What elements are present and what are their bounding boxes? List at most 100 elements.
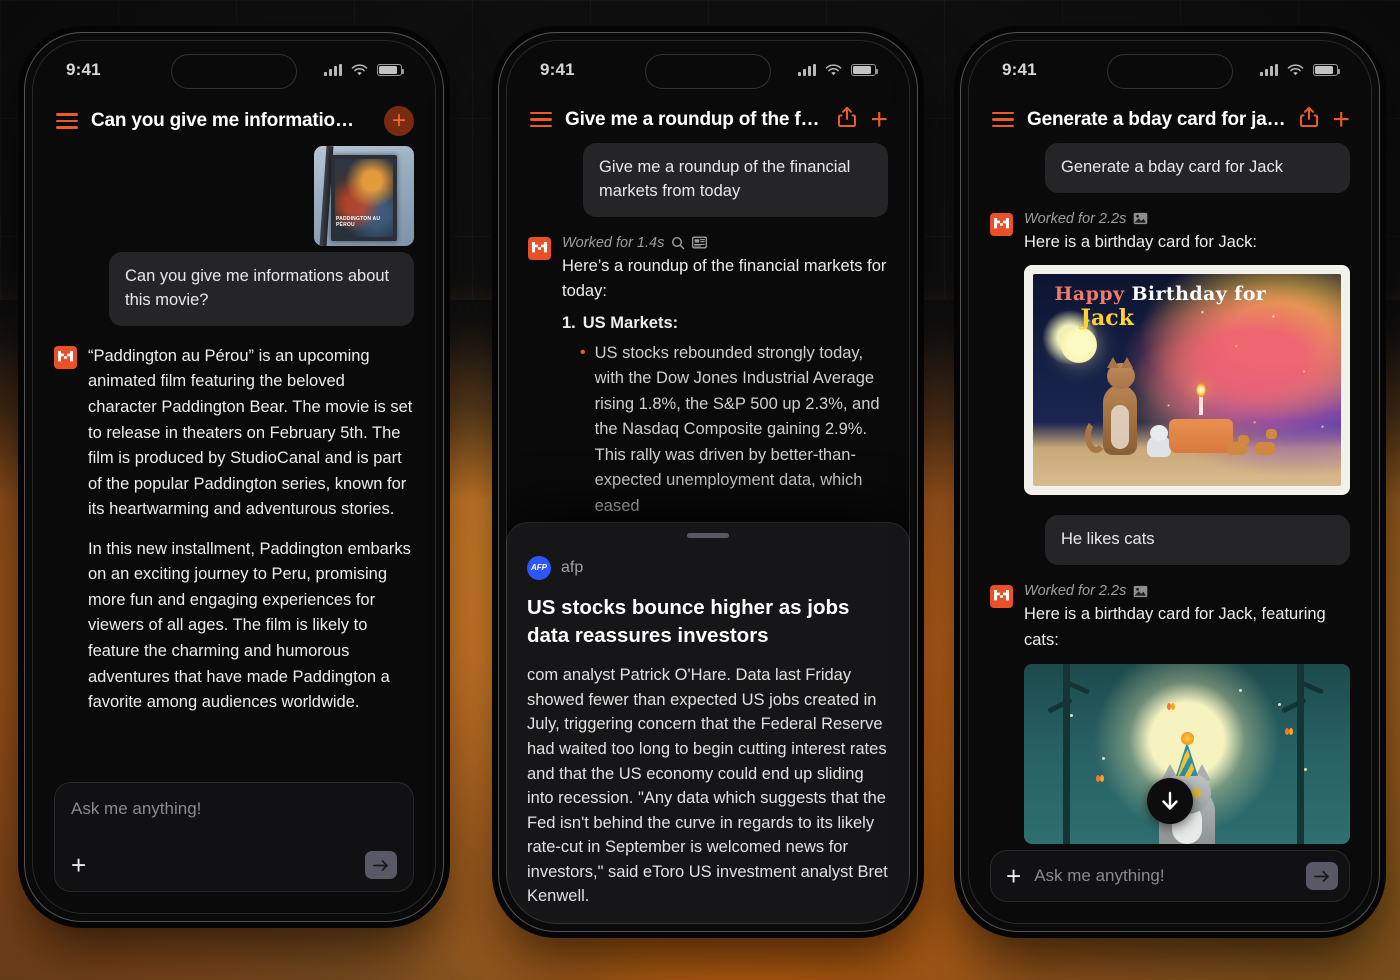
message-composer[interactable]: Ask me anything! +	[54, 782, 414, 892]
news-source-name: afp	[561, 558, 584, 576]
m-glyph	[994, 217, 1009, 229]
card-greeting: Happy Birthday for Jack	[1055, 283, 1295, 332]
poster-title: PADDINGTON AU PÉROU	[336, 215, 381, 228]
sheet-drag-handle[interactable]	[687, 532, 729, 538]
share-icon	[838, 106, 857, 127]
tool-status: Worked for 2.2s	[1024, 211, 1350, 227]
card-artwork: Happy Birthday for Jack	[1033, 274, 1341, 487]
assistant-paragraph: In this new installment, Paddington emba…	[88, 539, 411, 712]
user-message: Give me a roundup of the financial marke…	[583, 143, 888, 217]
cake-illustration	[1168, 418, 1233, 453]
status-bar: 9:41	[968, 40, 1372, 100]
list-heading-suffix: :	[672, 313, 679, 332]
share-button[interactable]	[1299, 106, 1319, 133]
menu-icon[interactable]	[992, 111, 1014, 128]
mistral-logo-icon	[528, 236, 551, 260]
attach-plus-icon[interactable]: +	[71, 852, 86, 878]
greeting-line1-part2: Birthday for	[1131, 283, 1267, 306]
dynamic-island	[1107, 54, 1233, 89]
mistral-logo-icon	[54, 345, 77, 369]
news-body: com analyst Patrick O'Hare. Data last Fr…	[527, 666, 888, 906]
cat-illustration	[1084, 356, 1147, 455]
new-chat-button[interactable]: +	[870, 105, 888, 135]
phone-screen: 9:41 Can you give me informatio… + PADDI…	[32, 40, 436, 914]
m-glyph	[532, 241, 547, 253]
news-bottom-sheet[interactable]: AFP afp US stocks bounce higher as jobs …	[506, 521, 910, 924]
phone-screen: 9:41 Generate a bday card for jack + Gen…	[968, 40, 1372, 924]
wifi-icon	[825, 63, 842, 75]
tool-status: Worked for 1.4s	[562, 235, 888, 251]
composer-placeholder[interactable]: Ask me anything!	[71, 799, 397, 819]
puppy-illustration	[1227, 434, 1250, 455]
m-glyph	[58, 350, 73, 362]
bullet-icon: •	[580, 343, 586, 361]
menu-icon[interactable]	[56, 113, 78, 129]
phone-mockup-bday: 9:41 Generate a bday card for jack + Gen…	[960, 32, 1380, 932]
wifi-icon	[351, 63, 368, 75]
new-chat-button[interactable]: +	[384, 106, 414, 136]
butterfly-icon	[1167, 703, 1176, 711]
new-chat-button[interactable]: +	[1332, 105, 1350, 135]
dynamic-island	[171, 54, 297, 89]
app-header: Can you give me informatio… +	[32, 100, 436, 146]
status-icons	[798, 63, 878, 77]
worked-label: Worked for 2.2s	[1024, 210, 1127, 227]
battery-icon	[377, 64, 404, 76]
assistant-text: “Paddington au Pérou” is an upcoming ani…	[88, 344, 414, 716]
assistant-intro: Here’s a roundup of the financial market…	[562, 256, 887, 301]
conversation-title: Can you give me informatio…	[91, 110, 354, 131]
send-button[interactable]	[365, 851, 397, 879]
battery-icon	[1313, 64, 1340, 76]
arrow-down-icon	[1162, 791, 1178, 810]
status-time: 9:41	[540, 60, 575, 79]
assistant-paragraph: “Paddington au Pérou” is an upcoming ani…	[88, 346, 413, 519]
tree-decoration	[1063, 663, 1071, 844]
arrow-right-icon	[1313, 870, 1329, 882]
scroll-to-bottom-button[interactable]	[1147, 778, 1193, 824]
assistant-text: Here’s a roundup of the financial market…	[562, 254, 888, 305]
send-button[interactable]	[1306, 862, 1338, 890]
cellular-signal-icon	[324, 64, 342, 76]
list-heading: US Markets	[582, 313, 673, 332]
tool-status: Worked for 2.2s	[1024, 583, 1350, 599]
battery-icon	[851, 64, 878, 76]
menu-icon[interactable]	[530, 111, 552, 128]
generated-birthday-card-image[interactable]: Happy Birthday for Jack	[1024, 265, 1350, 496]
butterfly-icon	[1284, 728, 1293, 736]
mistral-logo-icon	[990, 585, 1013, 609]
image-generation-icon	[1134, 585, 1148, 598]
phone-screen: 9:41 Give me a roundup of the fina… + Gi…	[506, 40, 910, 924]
list-number: 1.	[562, 313, 576, 332]
generated-cat-card-image[interactable]	[1024, 663, 1350, 844]
app-header: Give me a roundup of the fina… +	[506, 100, 910, 143]
user-message: Can you give me informations about this …	[109, 252, 414, 326]
worked-label: Worked for 1.4s	[562, 234, 665, 251]
composer-placeholder[interactable]: Ask me anything!	[1034, 866, 1293, 886]
status-time: 9:41	[66, 60, 101, 79]
bullet-text: US stocks rebounded strongly today, with…	[594, 343, 880, 515]
assistant-message: Worked for 2.2s Here is a birthday card …	[990, 211, 1350, 496]
news-headline: US stocks bounce higher as jobs data rea…	[527, 595, 850, 647]
worked-label: Worked for 2.2s	[1024, 583, 1127, 600]
cellular-signal-icon	[798, 64, 816, 76]
message-composer[interactable]: + Ask me anything!	[990, 850, 1350, 902]
share-icon	[1300, 106, 1319, 127]
attach-plus-icon[interactable]: +	[1006, 863, 1021, 889]
puppy-illustration	[1254, 428, 1277, 455]
search-icon	[672, 236, 685, 250]
ordered-list: 1. US Markets: • US stocks rebounded str…	[562, 311, 888, 520]
attached-image-thumbnail[interactable]: PADDINGTON AU PÉROU	[314, 146, 414, 246]
share-button[interactable]	[837, 106, 857, 133]
app-header: Generate a bday card for jack +	[968, 100, 1372, 143]
assistant-message: “Paddington au Pérou” is an upcoming ani…	[54, 344, 414, 716]
dynamic-island	[645, 54, 771, 89]
m-glyph	[994, 590, 1009, 601]
status-time: 9:41	[1002, 60, 1037, 79]
conversation-title: Generate a bday card for jack	[1027, 108, 1287, 130]
greeting-name: Jack	[1080, 305, 1134, 332]
list-item: 1. US Markets:	[562, 311, 888, 337]
assistant-paragraph: Here is a birthday card for Jack, featur…	[1024, 605, 1326, 649]
butterfly-icon	[1095, 775, 1104, 783]
tree-decoration	[1297, 663, 1305, 844]
status-icons	[324, 63, 404, 77]
